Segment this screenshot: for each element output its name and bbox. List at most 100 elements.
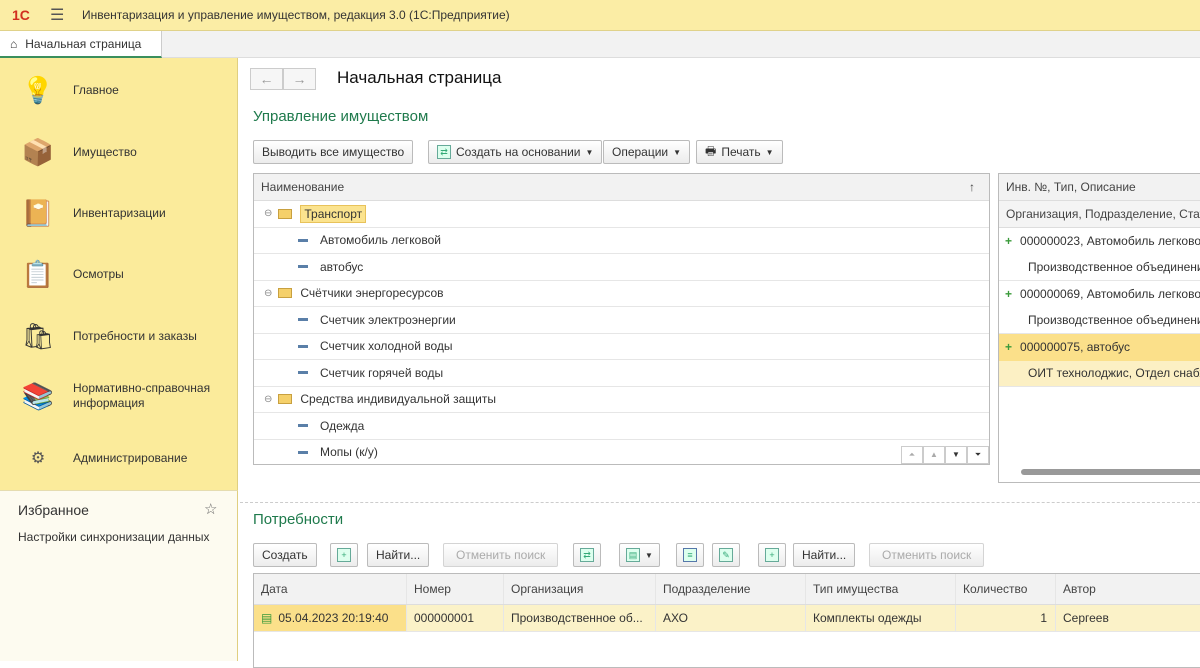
create-based-button-2[interactable]: ⇄ bbox=[573, 543, 601, 567]
sidebar-item-inspections[interactable]: 📋 Осмотры bbox=[0, 256, 238, 292]
1c-logo: 1С bbox=[12, 7, 30, 23]
tree-item-row[interactable]: Счетчик горячей воды bbox=[254, 360, 989, 387]
plus-icon: + bbox=[1005, 340, 1013, 355]
tree-group-row[interactable]: ⊖ Счётчики энергоресурсов bbox=[254, 281, 989, 307]
hamburger-icon[interactable]: ☰ bbox=[50, 5, 76, 25]
column-header[interactable]: Количество bbox=[956, 574, 1056, 604]
create-button[interactable]: Создать bbox=[253, 543, 317, 567]
column-header[interactable]: Подразделение bbox=[656, 574, 806, 604]
show-all-property-button[interactable]: Выводить все имущество bbox=[253, 140, 414, 164]
chevron-down-icon: ▼ bbox=[765, 147, 774, 157]
folder-icon bbox=[278, 288, 293, 299]
report-button[interactable]: ▤ ▼ bbox=[619, 543, 660, 567]
section-title-needs: Потребности bbox=[253, 511, 344, 528]
item-icon bbox=[298, 265, 308, 269]
forward-button[interactable]: → bbox=[283, 68, 316, 90]
add-copy-button[interactable]: + bbox=[330, 543, 358, 567]
star-icon[interactable]: ☆ bbox=[204, 500, 217, 518]
tree-group-row[interactable]: ⊖ Транспорт bbox=[254, 201, 989, 228]
page-down-icon[interactable]: ▼ bbox=[945, 446, 967, 464]
tree-item-row[interactable]: Счетчик электроэнергии bbox=[254, 307, 989, 334]
column-header[interactable]: Тип имущества bbox=[806, 574, 956, 604]
tree-header[interactable]: Наименование ↑ bbox=[254, 174, 989, 201]
column-header[interactable]: Автор bbox=[1056, 574, 1200, 604]
find-button-2[interactable]: Найти... bbox=[793, 543, 856, 567]
list-button[interactable]: ≡ bbox=[676, 543, 704, 567]
sidebar-item-reference[interactable]: 📚 Нормативно-справочная информация bbox=[0, 378, 238, 414]
sidebar-item-inventories[interactable]: 📔 Инвентаризации bbox=[0, 195, 238, 231]
favorites-panel: Избранное ☆ Настройки синхронизации данн… bbox=[0, 490, 238, 661]
title-bar: 1С ☰ Инвентаризация и управление имущест… bbox=[0, 0, 1200, 31]
boxes-cart-icon: 📦 bbox=[21, 136, 55, 167]
column-header[interactable]: Номер bbox=[407, 574, 504, 604]
list-row-detail[interactable]: Производственное объединение bbox=[999, 308, 1200, 334]
collapse-icon[interactable]: ⊖ bbox=[264, 288, 272, 299]
table-cell: Производственное об... bbox=[504, 605, 656, 631]
document-add-icon: + bbox=[765, 548, 779, 562]
property-list: Инв. №, Тип, Описание Организация, Подра… bbox=[998, 173, 1200, 483]
document-posted-icon: ▤ bbox=[261, 611, 273, 625]
tree-item-row[interactable]: автобус bbox=[254, 254, 989, 281]
edit-button[interactable]: ✎ bbox=[712, 543, 740, 567]
divider bbox=[240, 502, 1200, 503]
table-row[interactable]: ▤ 05.04.2023 20:19:40 000000001 Производств… bbox=[254, 605, 1200, 632]
print-button[interactable]: 🖶 Печать ▼ bbox=[696, 140, 783, 164]
tree-item-row[interactable]: Одежда bbox=[254, 413, 989, 440]
table-cell: 1 bbox=[956, 605, 1056, 631]
list-body: +000000023, Автомобиль легковой Производс… bbox=[999, 228, 1200, 387]
create-based-icon: ⇄ bbox=[437, 145, 451, 159]
cancel-search-button-2[interactable]: Отменить поиск bbox=[869, 543, 985, 567]
add-document-button[interactable]: + bbox=[758, 543, 786, 567]
sidebar-item-needs-orders[interactable]: 🛍 Потребности и заказы bbox=[0, 318, 238, 354]
list-row[interactable]: +000000075, автобус bbox=[999, 334, 1200, 361]
operations-button[interactable]: Операции ▼ bbox=[603, 140, 691, 164]
home-icon: ⌂ bbox=[10, 36, 18, 51]
needs-table: Дата Номер Организация Подразделение Тип иму… bbox=[253, 573, 1200, 668]
list-row-detail[interactable]: Производственное объединение bbox=[999, 255, 1200, 281]
list-row[interactable]: +000000069, Автомобиль легковой bbox=[999, 281, 1200, 308]
clipboard-question-icon: 📋 bbox=[21, 258, 55, 289]
column-header[interactable]: Дата bbox=[254, 574, 407, 604]
page-up-icon[interactable]: ▲ bbox=[923, 446, 945, 464]
needs-table-body: ▤ 05.04.2023 20:19:40 000000001 Производств… bbox=[254, 605, 1200, 632]
collapse-icon[interactable]: ⊖ bbox=[264, 394, 272, 405]
cancel-search-button[interactable]: Отменить поиск bbox=[443, 543, 559, 567]
binders-icon: 📚 bbox=[21, 380, 55, 411]
item-icon bbox=[298, 344, 308, 348]
tree-nav: ⏶ ▲ ▼ ⏷ bbox=[901, 446, 989, 464]
sidebar-item-main[interactable]: 💡 Главное bbox=[0, 72, 238, 108]
tree-item-row[interactable]: Автомобиль легковой bbox=[254, 228, 989, 254]
sort-asc-icon: ↑ bbox=[969, 180, 975, 194]
last-page-icon[interactable]: ⏷ bbox=[967, 446, 989, 464]
tree-item-row[interactable]: Счетчик холодной воды bbox=[254, 334, 989, 360]
folder-icon bbox=[278, 208, 293, 219]
find-button[interactable]: Найти... bbox=[367, 543, 430, 567]
sidebar-item-admin[interactable]: ⚙ Администрирование bbox=[0, 440, 238, 476]
column-header[interactable]: Организация bbox=[504, 574, 656, 604]
plus-icon: + bbox=[1005, 234, 1013, 249]
table-cell: Комплекты одежды bbox=[806, 605, 956, 631]
table-cell: ▤ 05.04.2023 20:19:40 bbox=[254, 605, 407, 631]
list-header-1[interactable]: Инв. №, Тип, Описание bbox=[999, 180, 1136, 194]
document-add-icon: + bbox=[337, 548, 351, 562]
list-header-2[interactable]: Организация, Подразделение, Статус bbox=[999, 207, 1200, 221]
pencil-icon: ✎ bbox=[719, 548, 733, 562]
tree-item-row[interactable]: Мопы (к/у) bbox=[254, 440, 989, 465]
create-based-button[interactable]: ⇄ Создать на основании ▼ bbox=[428, 140, 603, 164]
report-icon: ▤ bbox=[626, 548, 640, 562]
table-cell: 000000001 bbox=[407, 605, 504, 631]
shopping-bag-icon: 🛍 bbox=[21, 320, 55, 351]
favorite-item[interactable]: Настройки синхронизации данных bbox=[18, 530, 210, 544]
back-button[interactable]: ← bbox=[250, 68, 283, 90]
sidebar-item-property[interactable]: 📦 Имущество bbox=[0, 134, 238, 170]
main-area: ← → Начальная страница Управление имущес… bbox=[240, 58, 1200, 668]
horizontal-scrollbar[interactable] bbox=[1021, 469, 1200, 475]
tree-group-row[interactable]: ⊖ Средства индивидуальной защиты bbox=[254, 387, 989, 413]
list-row-detail[interactable]: ОИТ технолоджис, Отдел снабжения bbox=[999, 360, 1200, 387]
tab-home[interactable]: ⌂ Начальная страница bbox=[0, 31, 162, 58]
collapse-icon[interactable]: ⊖ bbox=[264, 208, 272, 219]
desk-lamp-icon: 💡 bbox=[21, 74, 55, 105]
list-row[interactable]: +000000023, Автомобиль легковой bbox=[999, 228, 1200, 255]
chevron-down-icon: ▼ bbox=[585, 147, 594, 157]
first-page-icon[interactable]: ⏶ bbox=[901, 446, 923, 464]
